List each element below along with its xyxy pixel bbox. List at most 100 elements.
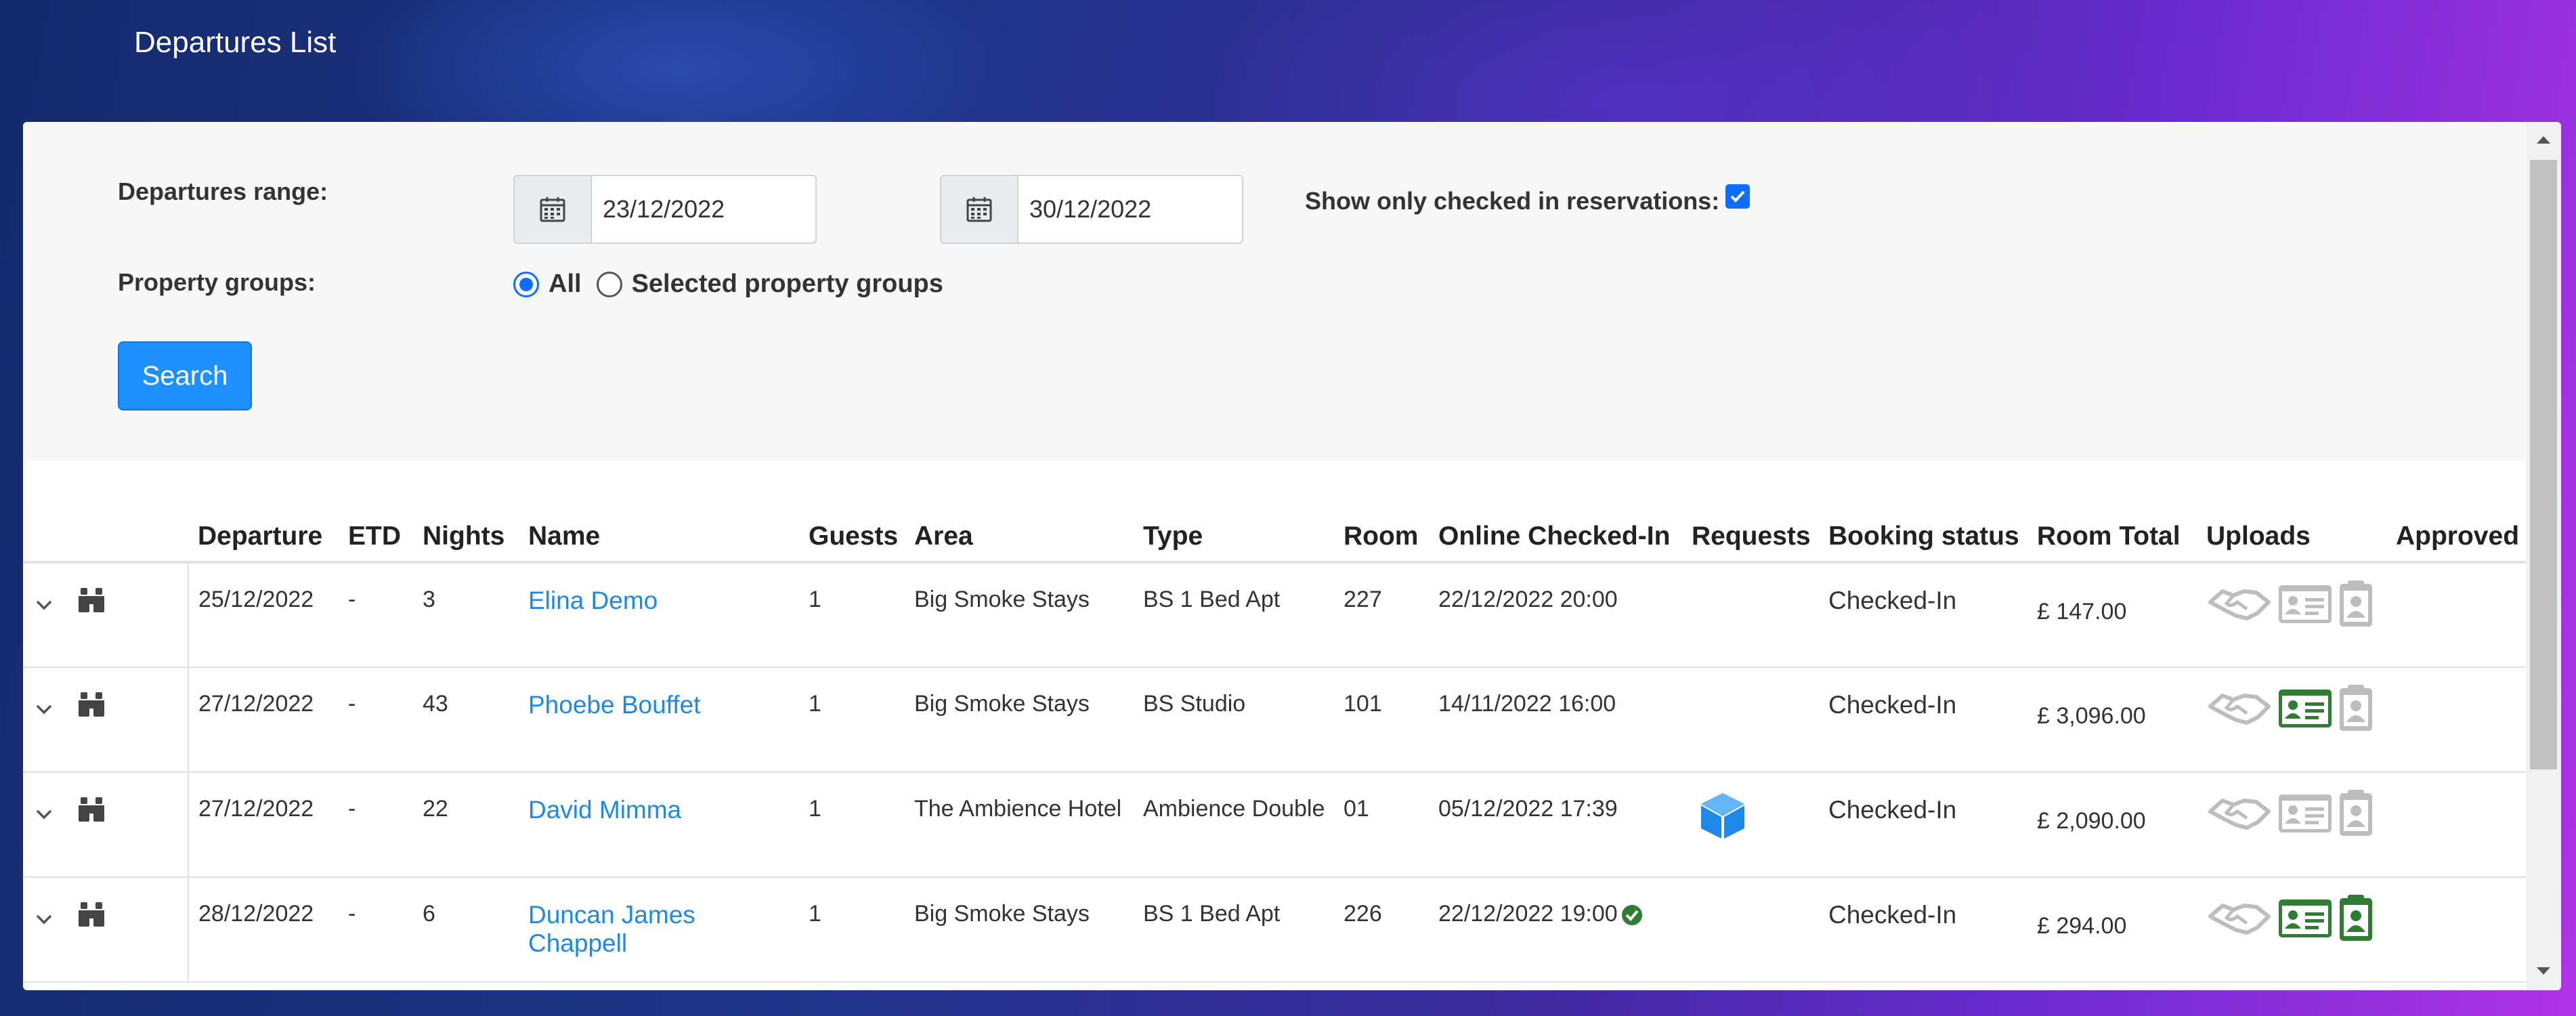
header-departure[interactable]: Departure [188, 501, 339, 564]
cell-guests: 1 [799, 667, 905, 773]
header-nights[interactable]: Nights [413, 501, 519, 564]
cell-uploads [2197, 772, 2386, 878]
agreement-upload-icon[interactable] [2206, 897, 2273, 946]
view-binoculars-icon[interactable] [77, 901, 106, 934]
row-controls [23, 562, 189, 668]
expand-chevron-icon[interactable] [35, 591, 53, 617]
id-card-upload-icon[interactable] [2277, 583, 2334, 631]
header-type[interactable]: Type [1134, 501, 1334, 564]
cell-name: Phoebe Bouffet [519, 667, 799, 773]
cell-online-checked-in: 14/11/2022 16:00 [1429, 667, 1682, 773]
header-controls [23, 501, 188, 564]
cell-etd: - [339, 562, 413, 668]
cell-booking-status: Checked-In [1819, 877, 2027, 983]
search-button[interactable]: Search [118, 341, 252, 410]
agreement-upload-icon[interactable] [2206, 687, 2273, 736]
cell-name: Elina Demo [519, 562, 799, 668]
table-row[interactable]: 27/12/2022 - 43 Phoebe Bouffet 1 Big Smo… [23, 667, 2526, 773]
cell-etd: - [339, 772, 413, 878]
calendar-icon[interactable] [940, 175, 1017, 244]
view-binoculars-icon[interactable] [77, 796, 106, 829]
table-row[interactable]: 28/12/2022 - 6 Duncan James Chappell 1 B… [23, 877, 2526, 983]
cell-type: BS 1 Bed Apt [1134, 562, 1334, 668]
radio-all[interactable] [513, 271, 539, 297]
agreement-upload-icon[interactable] [2206, 792, 2273, 841]
date-to-input[interactable] [1017, 175, 1243, 244]
property-groups-radios: All Selected property groups [513, 270, 943, 299]
cell-room-total: £ 147.00 [2027, 562, 2197, 668]
header-room[interactable]: Room [1334, 501, 1429, 564]
departures-range-label: Departures range: [118, 177, 328, 205]
cell-nights: 22 [413, 772, 519, 878]
radio-selected-groups-label: Selected property groups [631, 270, 943, 298]
date-from-group [513, 175, 817, 244]
cell-area: Big Smoke Stays [905, 562, 1134, 668]
cell-departure: 27/12/2022 [188, 772, 339, 878]
radio-selected-groups[interactable] [596, 271, 622, 297]
expand-chevron-icon[interactable] [35, 905, 53, 931]
id-card-upload-icon[interactable] [2277, 792, 2334, 841]
cell-online-checked-in: 05/12/2022 17:39 [1429, 772, 1682, 878]
filters-section: Departures range: Show only checked in r… [23, 122, 2526, 461]
photo-id-upload-icon[interactable] [2338, 684, 2374, 739]
id-card-upload-icon[interactable] [2277, 687, 2334, 736]
header-requests[interactable]: Requests [1682, 501, 1819, 564]
cell-guests: 1 [799, 877, 905, 983]
cell-area: Big Smoke Stays [905, 877, 1134, 983]
calendar-icon[interactable] [513, 175, 591, 244]
cell-approved [2386, 562, 2526, 668]
cell-requests [1682, 562, 1819, 668]
online-checked-in-time: 05/12/2022 17:39 [1438, 796, 1618, 822]
header-booking-status[interactable]: Booking status [1819, 501, 2027, 564]
guest-name-link[interactable]: Phoebe Bouffet [528, 691, 700, 719]
table-row[interactable]: 25/12/2022 - 3 Elina Demo 1 Big Smoke St… [23, 562, 2526, 668]
photo-id-upload-icon[interactable] [2338, 894, 2374, 949]
guest-name-link[interactable]: Duncan James Chappell [528, 901, 695, 957]
cell-area: The Ambience Hotel [905, 772, 1134, 878]
expand-chevron-icon[interactable] [35, 695, 53, 721]
agreement-upload-icon[interactable] [2206, 583, 2273, 631]
id-card-upload-icon[interactable] [2277, 897, 2334, 946]
cell-room: 226 [1334, 877, 1429, 983]
header-area[interactable]: Area [905, 501, 1134, 564]
header-approved[interactable]: Approved [2386, 501, 2526, 564]
header-guests[interactable]: Guests [799, 501, 905, 564]
cell-room-total: £ 294.00 [2027, 877, 2197, 983]
cell-room: 01 [1334, 772, 1429, 878]
header-name[interactable]: Name [519, 501, 799, 564]
cell-nights: 3 [413, 562, 519, 668]
expand-chevron-icon[interactable] [35, 800, 53, 826]
header-room-total[interactable]: Room Total [2027, 501, 2197, 564]
cell-room: 227 [1334, 562, 1429, 668]
cell-guests: 1 [799, 772, 905, 878]
header-etd[interactable]: ETD [339, 501, 413, 564]
scroll-thumb[interactable] [2530, 160, 2557, 769]
cell-departure: 28/12/2022 [188, 877, 339, 983]
scroll-up-icon[interactable] [2535, 134, 2552, 145]
view-binoculars-icon[interactable] [77, 691, 106, 724]
cell-nights: 6 [413, 877, 519, 983]
request-cube-icon[interactable] [1696, 793, 1750, 849]
header-online-checked-in[interactable]: Online Checked-In [1429, 501, 1682, 564]
view-binoculars-icon[interactable] [77, 587, 106, 620]
date-to-group [940, 175, 1243, 244]
scroll-down-icon[interactable] [2535, 966, 2552, 977]
cell-etd: - [339, 667, 413, 773]
online-checked-in-time: 22/12/2022 19:00 [1438, 901, 1618, 927]
vertical-scrollbar[interactable] [2526, 122, 2561, 990]
guest-name-link[interactable]: Elina Demo [528, 587, 658, 614]
photo-id-upload-icon[interactable] [2338, 580, 2374, 635]
guest-name-link[interactable]: David Mimma [528, 796, 681, 824]
header-uploads[interactable]: Uploads [2197, 501, 2386, 564]
checked-in-only-checkbox[interactable] [1725, 184, 1750, 209]
checked-in-only-label: Show only checked in reservations: [1305, 187, 1720, 215]
row-controls [23, 667, 189, 773]
cell-approved [2386, 772, 2526, 878]
table-header-row: Departure ETD Nights Name Guests Area Ty… [23, 501, 2526, 564]
date-from-input[interactable] [591, 175, 817, 244]
table-row[interactable]: 27/12/2022 - 22 David Mimma 1 The Ambien… [23, 772, 2526, 878]
cell-approved [2386, 877, 2526, 983]
photo-id-upload-icon[interactable] [2338, 789, 2374, 844]
cell-departure: 27/12/2022 [188, 667, 339, 773]
page-title: Departures List [134, 26, 337, 59]
